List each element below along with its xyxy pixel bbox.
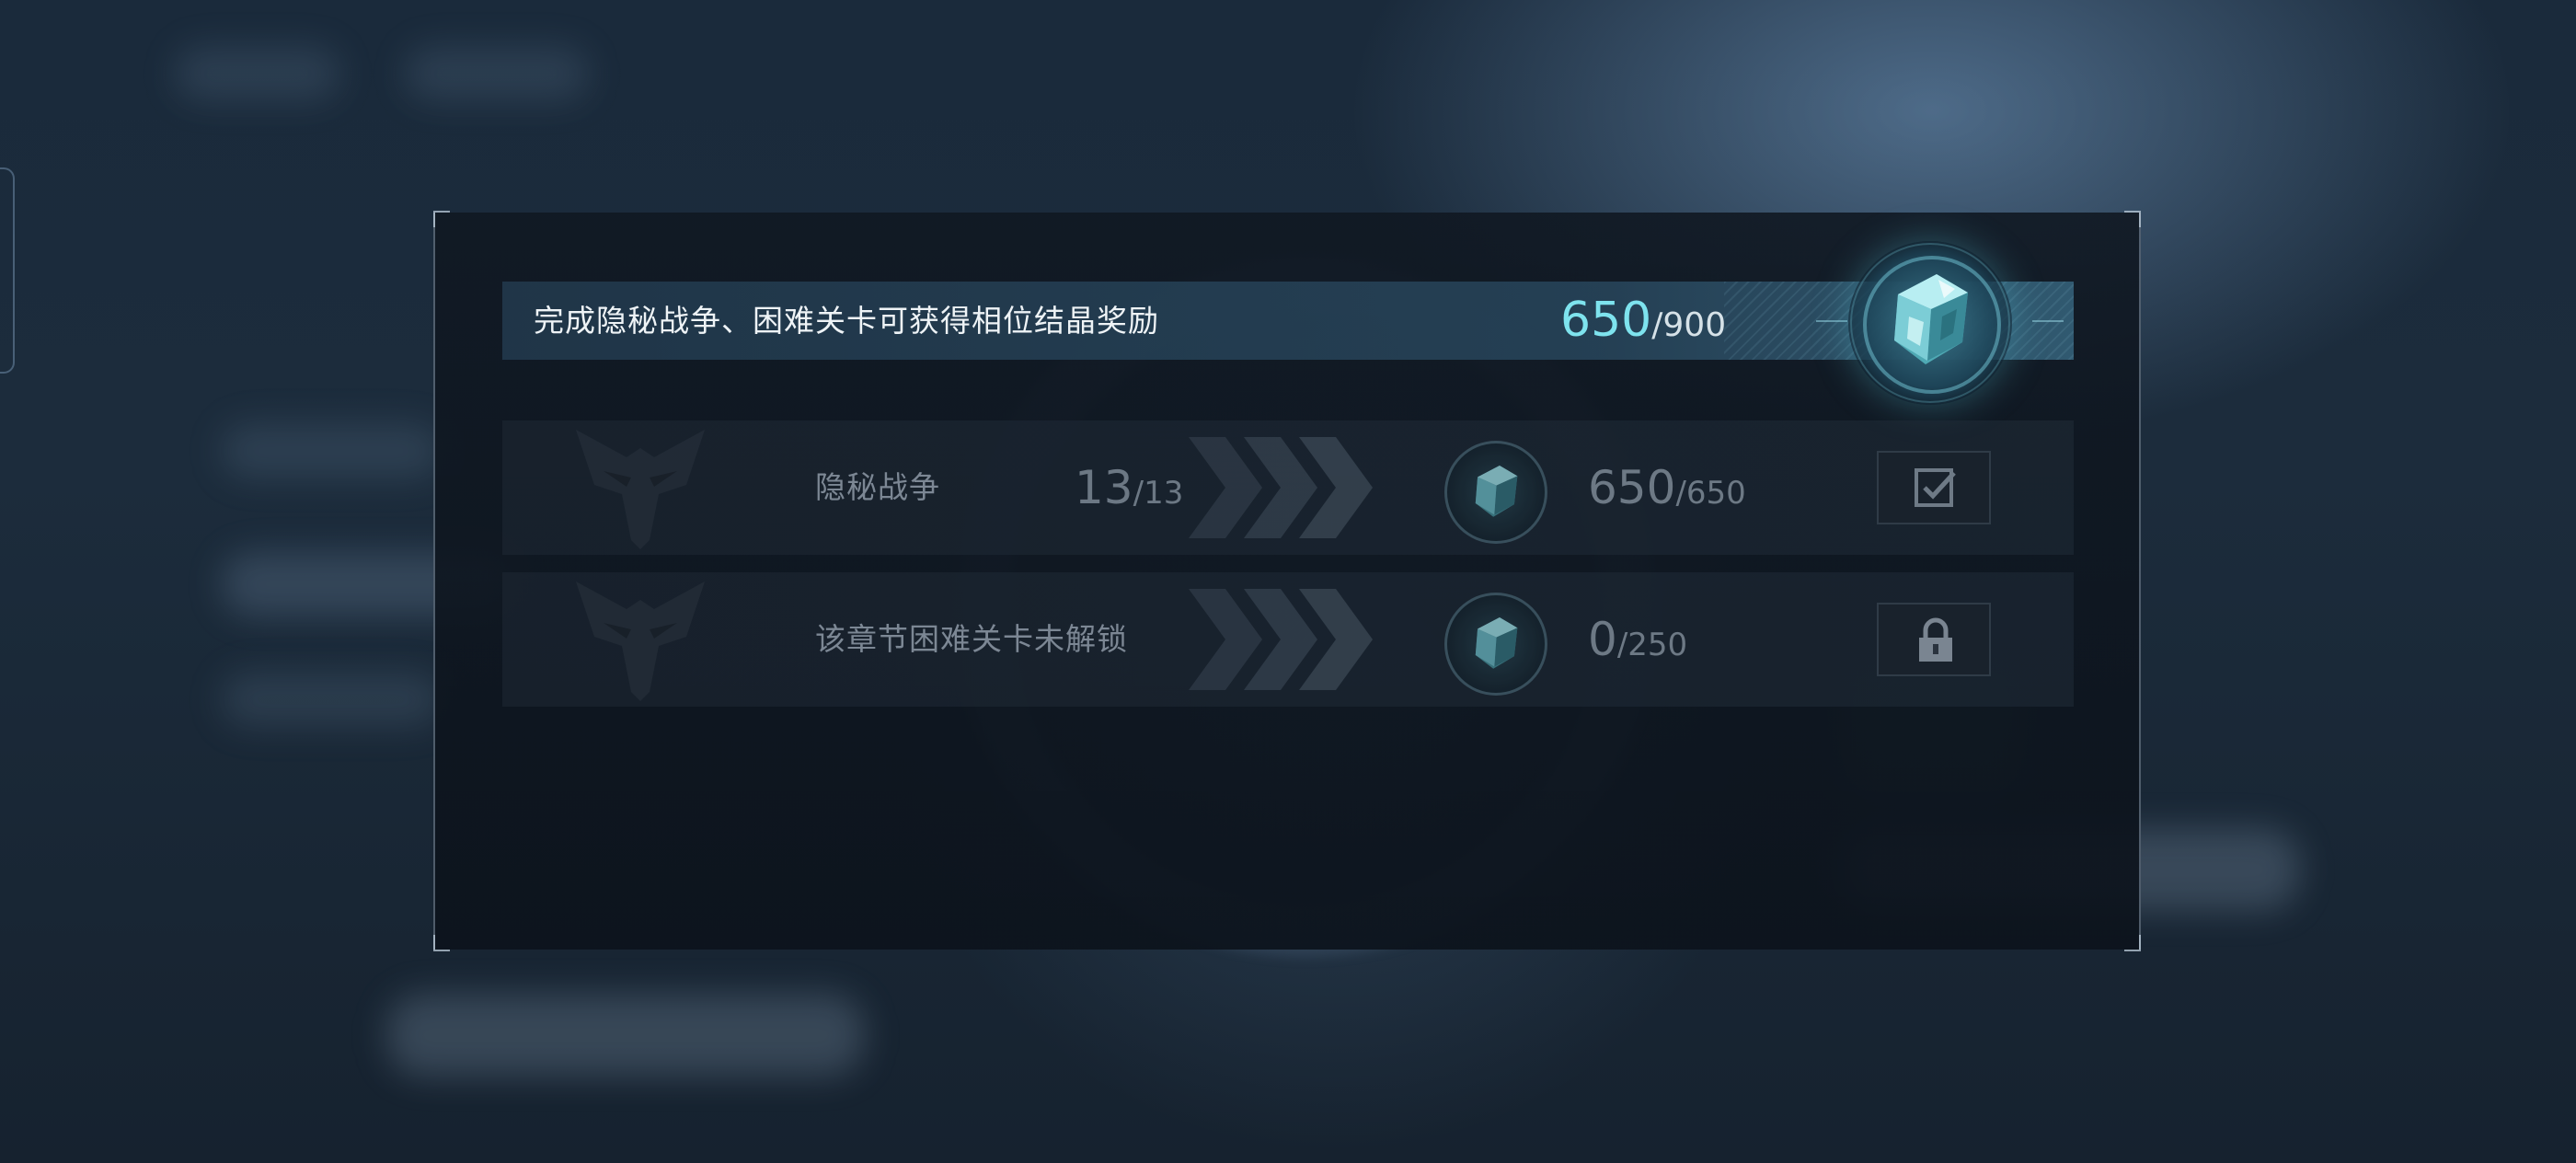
row-reward-current: 0: [1588, 613, 1617, 666]
row-reward: 650/650: [1588, 420, 1746, 555]
crystal-shape: [1475, 465, 1518, 517]
background-blur-shape: [175, 46, 340, 101]
status-completed-box: [1877, 451, 1991, 524]
row-count-total: /13: [1133, 475, 1184, 512]
row-title: 该章节困难关卡未解锁: [815, 621, 1128, 657]
panel-corner: [433, 935, 450, 951]
header-divider-line: [2032, 320, 2064, 322]
status-locked-box: [1877, 603, 1991, 676]
lock-icon: [1919, 617, 1952, 662]
list-item: 隐秘战争 13/13 650/650: [502, 420, 2074, 555]
game-screen: 完成隐秘战争、困难关卡可获得相位结晶奖励 650/900 隐秘战争 13/13 …: [0, 0, 2576, 1163]
header-progress-total: /900: [1651, 306, 1727, 344]
crystal-icon: [1444, 441, 1547, 544]
crystal-icon: [1444, 593, 1547, 696]
checkbox-checked-icon: [1915, 468, 1956, 507]
row-title: 隐秘战争: [815, 469, 940, 505]
background-blur-shape: [221, 672, 442, 727]
header-divider-line: [1816, 320, 1847, 322]
crystal-shape: [1894, 274, 1968, 364]
list-item: 该章节困难关卡未解锁 0/250: [502, 572, 2074, 707]
row-reward-total: /650: [1675, 475, 1746, 512]
panel-corner: [2124, 211, 2141, 227]
row-reward-total: /250: [1616, 627, 1688, 663]
header-progress-current: 650: [1560, 293, 1652, 348]
reward-panel: 完成隐秘战争、困难关卡可获得相位结晶奖励 650/900 隐秘战争 13/13 …: [433, 211, 2141, 951]
background-blur-shape: [221, 423, 442, 478]
row-count-current: 13: [1075, 461, 1133, 514]
chevron-right-icon: [1189, 437, 1373, 538]
background-blur-shape: [405, 46, 589, 101]
reward-header-bar: 完成隐秘战争、困难关卡可获得相位结晶奖励 650/900: [502, 282, 2074, 360]
faction-emblem-icon: [576, 582, 705, 701]
crystal-icon: [1848, 241, 2012, 405]
background-blur-shape: [386, 994, 865, 1077]
row-reward-current: 650: [1588, 461, 1676, 514]
side-tab-edge[interactable]: [0, 167, 15, 374]
chevron-right-icon: [1189, 589, 1373, 690]
header-description: 完成隐秘战争、困难关卡可获得相位结晶奖励: [534, 303, 1159, 339]
faction-emblem-icon: [576, 430, 705, 549]
row-count: 13/13: [1075, 420, 1183, 555]
header-progress: 650/900: [1560, 282, 1726, 360]
row-reward: 0/250: [1588, 572, 1687, 707]
crystal-shape: [1475, 616, 1518, 669]
panel-corner: [433, 211, 450, 227]
panel-corner: [2124, 935, 2141, 951]
